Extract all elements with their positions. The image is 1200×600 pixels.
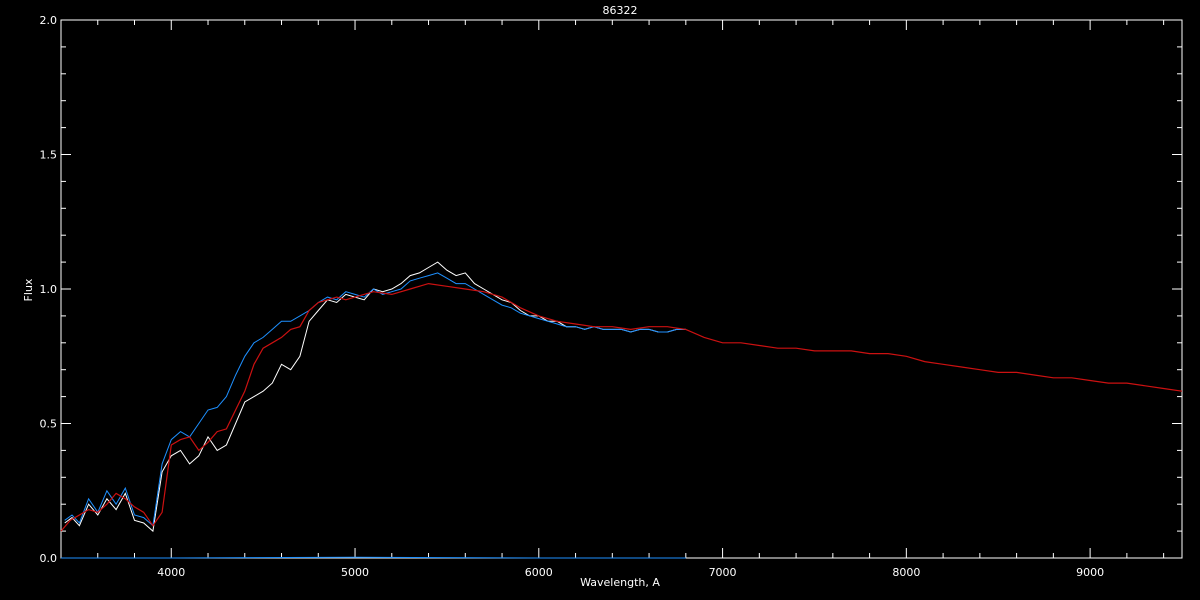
series-layer <box>60 261 1183 559</box>
x-tick-label: 9000 <box>1076 566 1104 579</box>
y-tick-label: 0.0 <box>40 552 58 565</box>
x-tick-label: 7000 <box>709 566 737 579</box>
chart-title: 86322 <box>603 4 638 17</box>
plot-frame <box>60 19 1183 559</box>
y-tick-label: 1.0 <box>40 283 58 296</box>
x-tick-label: 5000 <box>341 566 369 579</box>
y-tick-label: 0.5 <box>40 418 58 431</box>
y-tick-label: 1.5 <box>40 149 58 162</box>
blue-spectrum-line <box>64 272 686 527</box>
y-tick-label: 2.0 <box>40 14 58 27</box>
spectrum-chart: 86322 4000 5000 6000 7000 8000 9000 0.0 0.5 1.0 1… <box>22 4 1183 589</box>
x-tick-label: 4000 <box>157 566 185 579</box>
y-axis-label: Flux <box>22 278 35 301</box>
x-tick-label: 8000 <box>892 566 920 579</box>
axis-ticks: 4000 5000 6000 7000 8000 9000 0.0 0.5 1.0 1.5 2.0 <box>40 14 1182 579</box>
red-model-line <box>60 282 1183 532</box>
x-tick-label: 6000 <box>525 566 553 579</box>
x-axis-label: Wavelength, A <box>580 576 660 589</box>
